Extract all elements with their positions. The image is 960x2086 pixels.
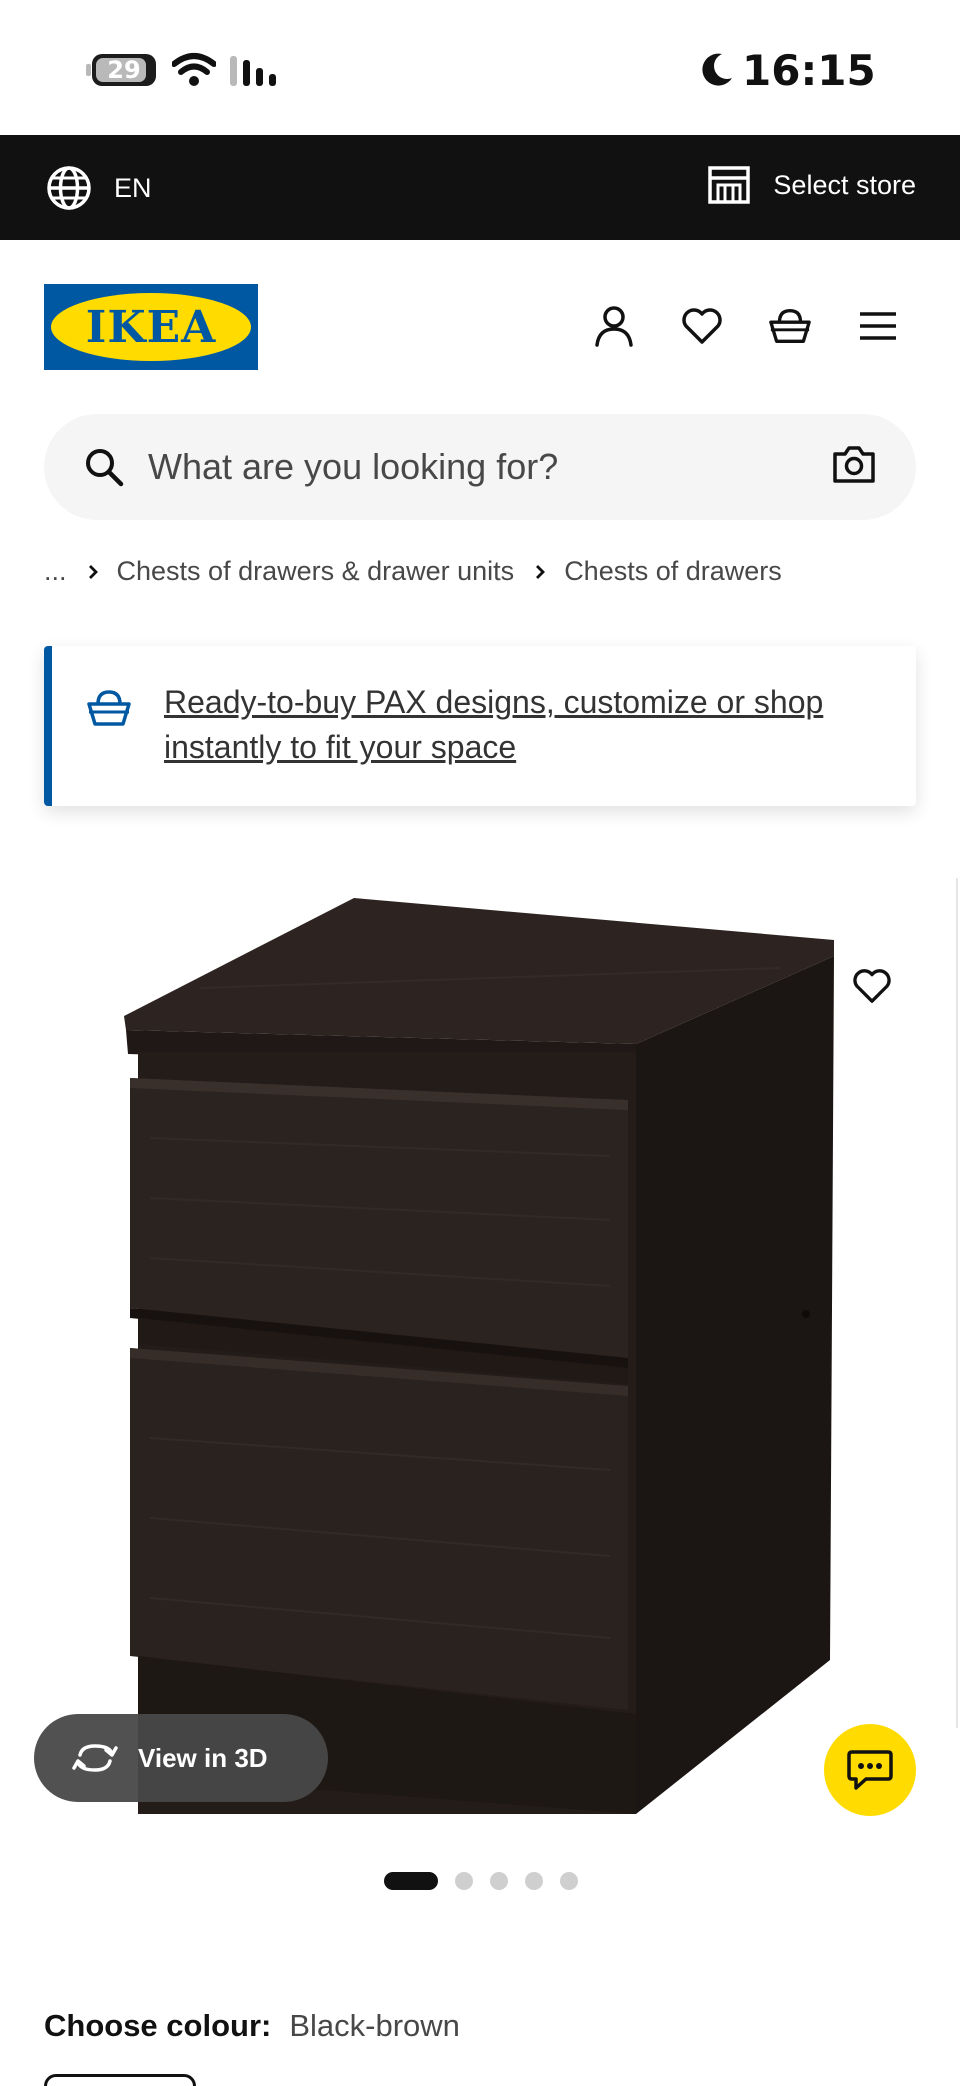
logo-text: IKEA	[85, 301, 217, 353]
account-button[interactable]	[592, 304, 636, 348]
language-label: EN	[114, 172, 152, 203]
clock: 16:15	[700, 44, 876, 96]
carousel-dot-active[interactable]	[384, 1872, 438, 1890]
globe-icon	[47, 166, 91, 210]
breadcrumb-ellipsis[interactable]: ...	[44, 556, 67, 587]
colour-swatch[interactable]	[44, 2074, 196, 2086]
utility-bar: EN Select store	[0, 135, 960, 240]
signal-icon	[230, 56, 276, 86]
carousel-indicator	[384, 1872, 578, 1890]
breadcrumb: ... Chests of drawers & drawer units Che…	[44, 556, 782, 587]
add-to-favourites-button[interactable]	[840, 954, 904, 1018]
status-bar: 29 16:15	[0, 0, 960, 135]
menu-button[interactable]	[856, 304, 900, 348]
carousel-dot[interactable]	[560, 1872, 578, 1890]
store-icon	[708, 166, 751, 204]
search-bar	[44, 414, 916, 520]
heart-icon	[682, 308, 722, 344]
breadcrumb-chests-of-drawers[interactable]: Chests of drawers	[564, 556, 782, 587]
view-in-3d-label: View in 3D	[138, 1742, 268, 1773]
chevron-right-icon	[534, 563, 546, 581]
carousel-dot[interactable]	[455, 1872, 473, 1890]
select-store-label: Select store	[773, 169, 916, 200]
carousel-dot[interactable]	[525, 1872, 543, 1890]
battery-icon: 29	[86, 54, 156, 86]
ikea-logo[interactable]: IKEA	[44, 284, 258, 370]
search-input[interactable]	[148, 434, 828, 500]
carousel-dot[interactable]	[490, 1872, 508, 1890]
heart-icon	[853, 969, 891, 1003]
select-store-button[interactable]: Select store	[707, 165, 916, 205]
moon-icon	[702, 53, 732, 86]
account-icon	[595, 306, 633, 347]
menu-icon	[860, 312, 896, 340]
view-in-3d-button[interactable]: View in 3D	[34, 1714, 328, 1802]
colour-value: Black-brown	[289, 2008, 460, 2043]
product-image	[124, 898, 834, 1814]
favourites-button[interactable]	[680, 304, 724, 348]
breadcrumb-chests-drawer-units[interactable]: Chests of drawers & drawer units	[117, 556, 515, 587]
chat-button[interactable]	[824, 1724, 916, 1816]
camera-search-icon[interactable]	[832, 444, 876, 484]
promo-banner-link[interactable]: Ready-to-buy PAX designs, customize or s…	[164, 680, 884, 770]
basket-button[interactable]	[768, 304, 812, 348]
battery-level: 29	[107, 56, 141, 84]
product-gallery[interactable]: View in 3D	[0, 838, 960, 1834]
chat-icon	[847, 1750, 893, 1790]
search-icon	[86, 449, 124, 487]
status-time: 16:15	[742, 45, 876, 95]
basket-icon	[87, 690, 131, 726]
promo-banner: Ready-to-buy PAX designs, customize or s…	[44, 646, 916, 806]
chevron-right-icon	[87, 563, 99, 581]
language-selector[interactable]: EN	[46, 165, 152, 211]
colour-chooser: Choose colour: Black-brown	[44, 2008, 460, 2044]
rotate-3d-icon	[72, 1744, 118, 1772]
basket-icon	[769, 309, 811, 343]
header-actions	[592, 304, 900, 348]
colour-label: Choose colour:	[44, 2008, 272, 2043]
wifi-icon	[172, 53, 216, 86]
